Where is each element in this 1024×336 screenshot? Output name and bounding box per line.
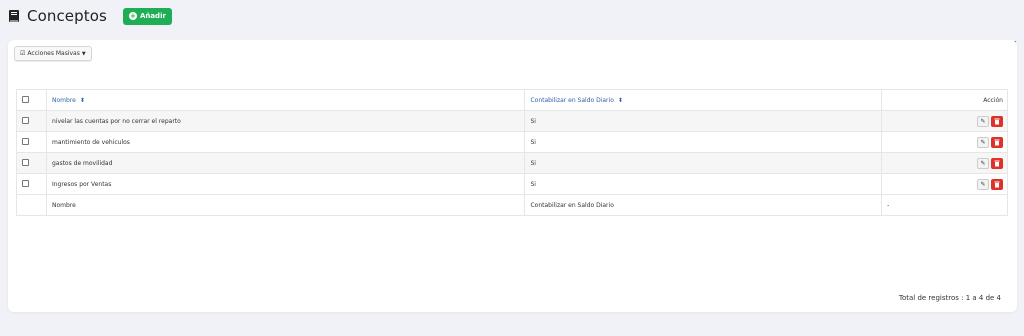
edit-button[interactable]: ✎ (977, 157, 989, 169)
pencil-icon: ✎ (980, 180, 986, 188)
pencil-icon: ✎ (980, 159, 986, 167)
table-header-row: Nombre ⬍ Contabilizar en Saldo Diario ⬍ Ac… (16, 89, 1008, 111)
header-nombre[interactable]: Nombre ⬍ (46, 89, 526, 111)
page-header: Conceptos + Añadir (8, 6, 172, 26)
cell-nombre: Ingresos por Ventas (46, 173, 526, 195)
select-all-checkbox[interactable] (22, 95, 29, 103)
row-checkbox[interactable] (22, 179, 29, 187)
edit-button[interactable]: ✎ (977, 136, 989, 148)
table-row: nivelar las cuentas por no cerrar el rep… (16, 110, 1008, 132)
edit-button[interactable]: ✎ (977, 115, 989, 127)
book-icon (8, 9, 21, 23)
table-row: gastos de movilidad Si ✎ (16, 152, 1008, 174)
plus-circle-icon: + (128, 12, 137, 20)
caret-down-icon: ▼ (81, 50, 86, 57)
sort-icon: ⬍ (617, 96, 623, 104)
cell-nombre: gastos de movilidad (46, 152, 526, 174)
delete-button[interactable] (991, 136, 1003, 148)
cell-saldo: Si (524, 110, 883, 132)
cell-saldo: Si (524, 131, 883, 153)
delete-button[interactable] (991, 115, 1003, 127)
cell-saldo: Si (524, 173, 883, 195)
footer-nombre: Nombre (46, 194, 526, 216)
concepts-table: Nombre ⬍ Contabilizar en Saldo Diario ⬍ Ac… (16, 89, 1008, 216)
checkbox-icon: ☑ (20, 50, 26, 57)
pencil-icon: ✎ (980, 138, 986, 146)
row-checkbox[interactable] (22, 158, 29, 166)
row-checkbox[interactable] (22, 116, 29, 124)
footer-saldo: Contabilizar en Saldo Diario (524, 194, 883, 216)
table-footer-row: Nombre Contabilizar en Saldo Diario - (16, 194, 1008, 216)
trash-icon (994, 139, 1000, 145)
header-accion: Acción (881, 89, 1008, 111)
cell-nombre: nivelar las cuentas por no cerrar el rep… (46, 110, 526, 132)
cell-nombre: mantimiento de vehiculos (46, 131, 526, 153)
sort-icon: ⬍ (79, 96, 85, 104)
total-records: Total de registros : 1 a 4 de 4 (898, 294, 1001, 302)
pencil-icon: ✎ (980, 117, 986, 125)
table-row: mantimiento de vehiculos Si ✎ (16, 131, 1008, 153)
trash-icon (994, 118, 1000, 124)
table-row: Ingresos por Ventas Si ✎ (16, 173, 1008, 195)
bulk-actions-button[interactable]: ☑ Acciones Masivas ▼ (14, 46, 92, 61)
delete-button[interactable] (991, 157, 1003, 169)
bulk-actions-label: Acciones Masivas (27, 50, 80, 57)
trash-icon (994, 160, 1000, 166)
page-title: Conceptos (27, 7, 107, 25)
content-card: ☑ Acciones Masivas ▼ Nombre ⬍ Contabiliza… (8, 40, 1017, 312)
cell-saldo: Si (524, 152, 883, 174)
row-checkbox[interactable] (22, 137, 29, 145)
trash-icon (994, 181, 1000, 187)
edit-button[interactable]: ✎ (977, 178, 989, 190)
footer-accion: - (881, 194, 1008, 216)
add-button[interactable]: + Añadir (122, 7, 172, 25)
delete-button[interactable] (991, 178, 1003, 190)
add-button-label: Añadir (139, 12, 166, 20)
header-saldo[interactable]: Contabilizar en Saldo Diario ⬍ (524, 89, 883, 111)
